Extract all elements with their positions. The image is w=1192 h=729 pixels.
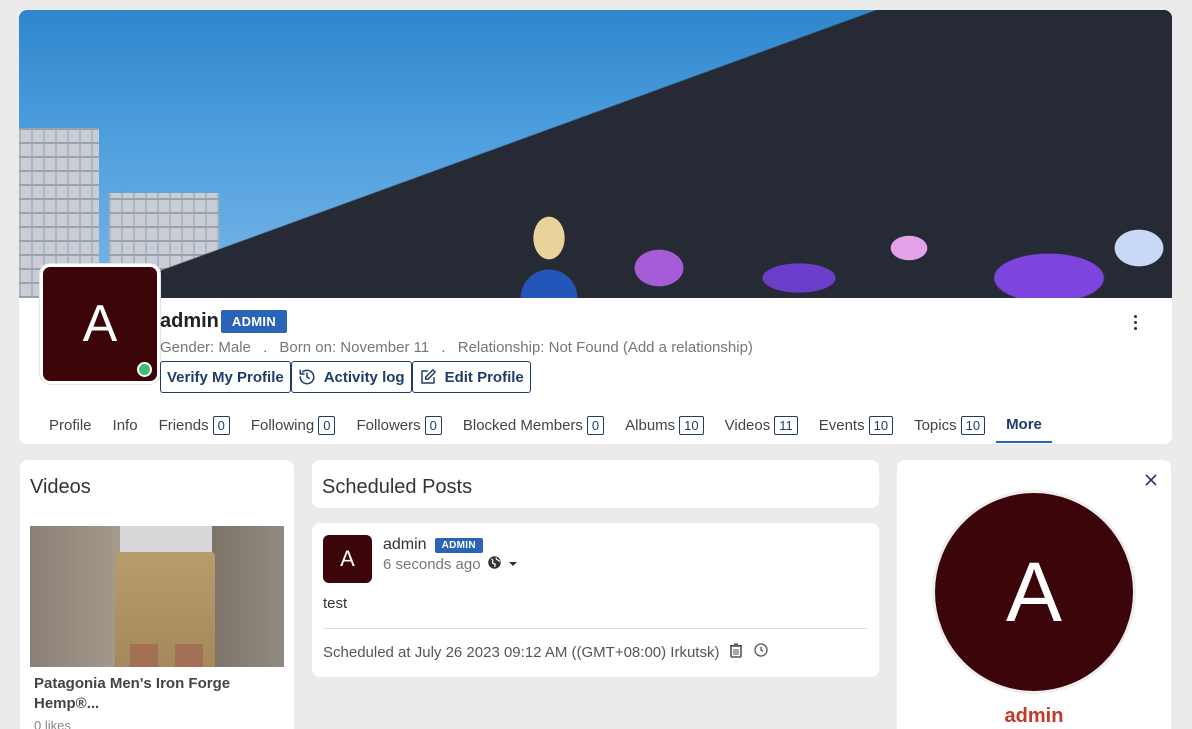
tab-count: 10 [679,415,704,435]
video-title-link[interactable]: Patagonia Men's Iron Forge Hemp®... [34,674,274,714]
cover-graffiti [579,208,1172,298]
videos-widget-title: Videos [30,476,91,498]
tab-albums[interactable]: Albums 10 [615,407,714,443]
post-meta-row: 6 seconds ago [383,555,518,574]
profile-meta: Gender: Male . Born on: November 11 . Re… [160,339,753,356]
tab-label: Followers [356,416,421,434]
post-admin-badge: ADMIN [434,537,483,553]
summary-avatar-letter: A [1005,544,1063,639]
videos-widget: Videos Patagonia Men's Iron Forge Hemp®.… [20,460,294,729]
tab-count: 0 [318,415,336,435]
tab-following[interactable]: Following 0 [241,407,346,443]
verify-profile-button[interactable]: Verify My Profile [160,361,291,393]
tab-label: Following [250,416,315,434]
profile-name-row: admin ADMIN [160,310,288,333]
tab-profile[interactable]: Profile [39,407,102,443]
post-content: test [323,595,348,612]
tab-friends[interactable]: Friends 0 [149,407,240,443]
scheduled-time-text: Scheduled at July 26 2023 09:12 AM ((GMT… [323,643,720,661]
tab-count: 0 [212,415,230,435]
meta-separator: . [263,339,268,356]
video-likes: 0 likes [34,718,71,729]
profile-summary-widget: A admin [897,460,1171,729]
cover-photo[interactable] [19,10,1172,298]
close-icon[interactable] [1145,473,1159,487]
post-author-avatar[interactable]: A [323,535,372,583]
post-avatar-letter: A [340,546,355,571]
privacy-dropdown-caret-icon[interactable] [508,556,518,573]
tab-info[interactable]: Info [103,407,148,443]
post-schedule-row: Scheduled at July 26 2023 09:12 AM ((GMT… [323,642,769,662]
tab-label: Friends [158,416,209,434]
delete-trash-icon[interactable] [729,643,743,662]
tab-count: 0 [424,415,442,435]
summary-avatar[interactable]: A [932,490,1136,694]
tab-label: Profile [49,416,92,434]
tab-label: Blocked Members [462,416,583,434]
privacy-globe-icon[interactable] [487,555,502,574]
tab-topics[interactable]: Topics 10 [904,407,995,443]
avatar-letter: A [82,295,118,353]
activity-log-button[interactable]: Activity log [290,361,412,393]
scheduled-posts-title: Scheduled Posts [322,476,473,498]
tab-followers[interactable]: Followers 0 [346,407,451,443]
profile-username: admin [160,310,219,332]
scheduled-posts-header: Scheduled Posts [312,460,879,508]
gender-text: Gender: Male [160,339,251,356]
summary-name[interactable]: admin [897,705,1171,728]
tab-videos[interactable]: Videos 11 [715,407,808,443]
tab-count: 10 [868,415,894,435]
reschedule-clock-icon[interactable] [753,642,769,662]
online-status-dot [137,362,152,377]
tab-label: Events [818,416,865,434]
post-author-name[interactable]: admin [383,536,427,554]
history-icon [298,368,316,386]
tab-label: Albums [625,416,676,434]
tab-count: 0 [586,415,605,435]
meta-separator: . [441,339,446,356]
tab-label: Info [112,416,138,434]
profile-header-card: A admin ADMIN Gender: Male . Born on: No… [19,10,1172,444]
edit-profile-label: Edit Profile [444,368,524,386]
tab-label: More [1006,415,1042,433]
post-divider [323,628,868,629]
profile-tabs: Profile Info Friends 0 Following 0 Follo… [39,407,1053,443]
tab-events[interactable]: Events 10 [809,407,903,443]
tab-label: Topics [914,416,957,434]
activity-log-label: Activity log [323,368,405,386]
verify-profile-label: Verify My Profile [167,368,284,386]
relationship-link[interactable]: Relationship: Not Found (Add a relations… [458,339,753,356]
profile-actions: Verify My Profile Activity log Edit Prof… [160,361,531,393]
tab-blocked-members[interactable]: Blocked Members 0 [453,407,614,443]
post-author-row: admin ADMIN [383,536,483,554]
tab-count: 10 [960,415,986,435]
tab-count: 11 [774,415,798,435]
edit-icon [419,368,437,386]
scheduled-post: A admin ADMIN 6 seconds ago test Schedul… [312,523,879,677]
admin-badge: ADMIN [220,310,288,333]
edit-profile-button[interactable]: Edit Profile [411,361,531,393]
post-timestamp[interactable]: 6 seconds ago [383,556,481,573]
tab-more[interactable]: More [996,407,1052,443]
video-thumbnail[interactable] [30,526,284,667]
cover-person [514,208,584,298]
tab-label: Videos [724,416,771,434]
birthday-text: Born on: November 11 [279,339,430,356]
more-options-icon[interactable] [1125,310,1145,334]
